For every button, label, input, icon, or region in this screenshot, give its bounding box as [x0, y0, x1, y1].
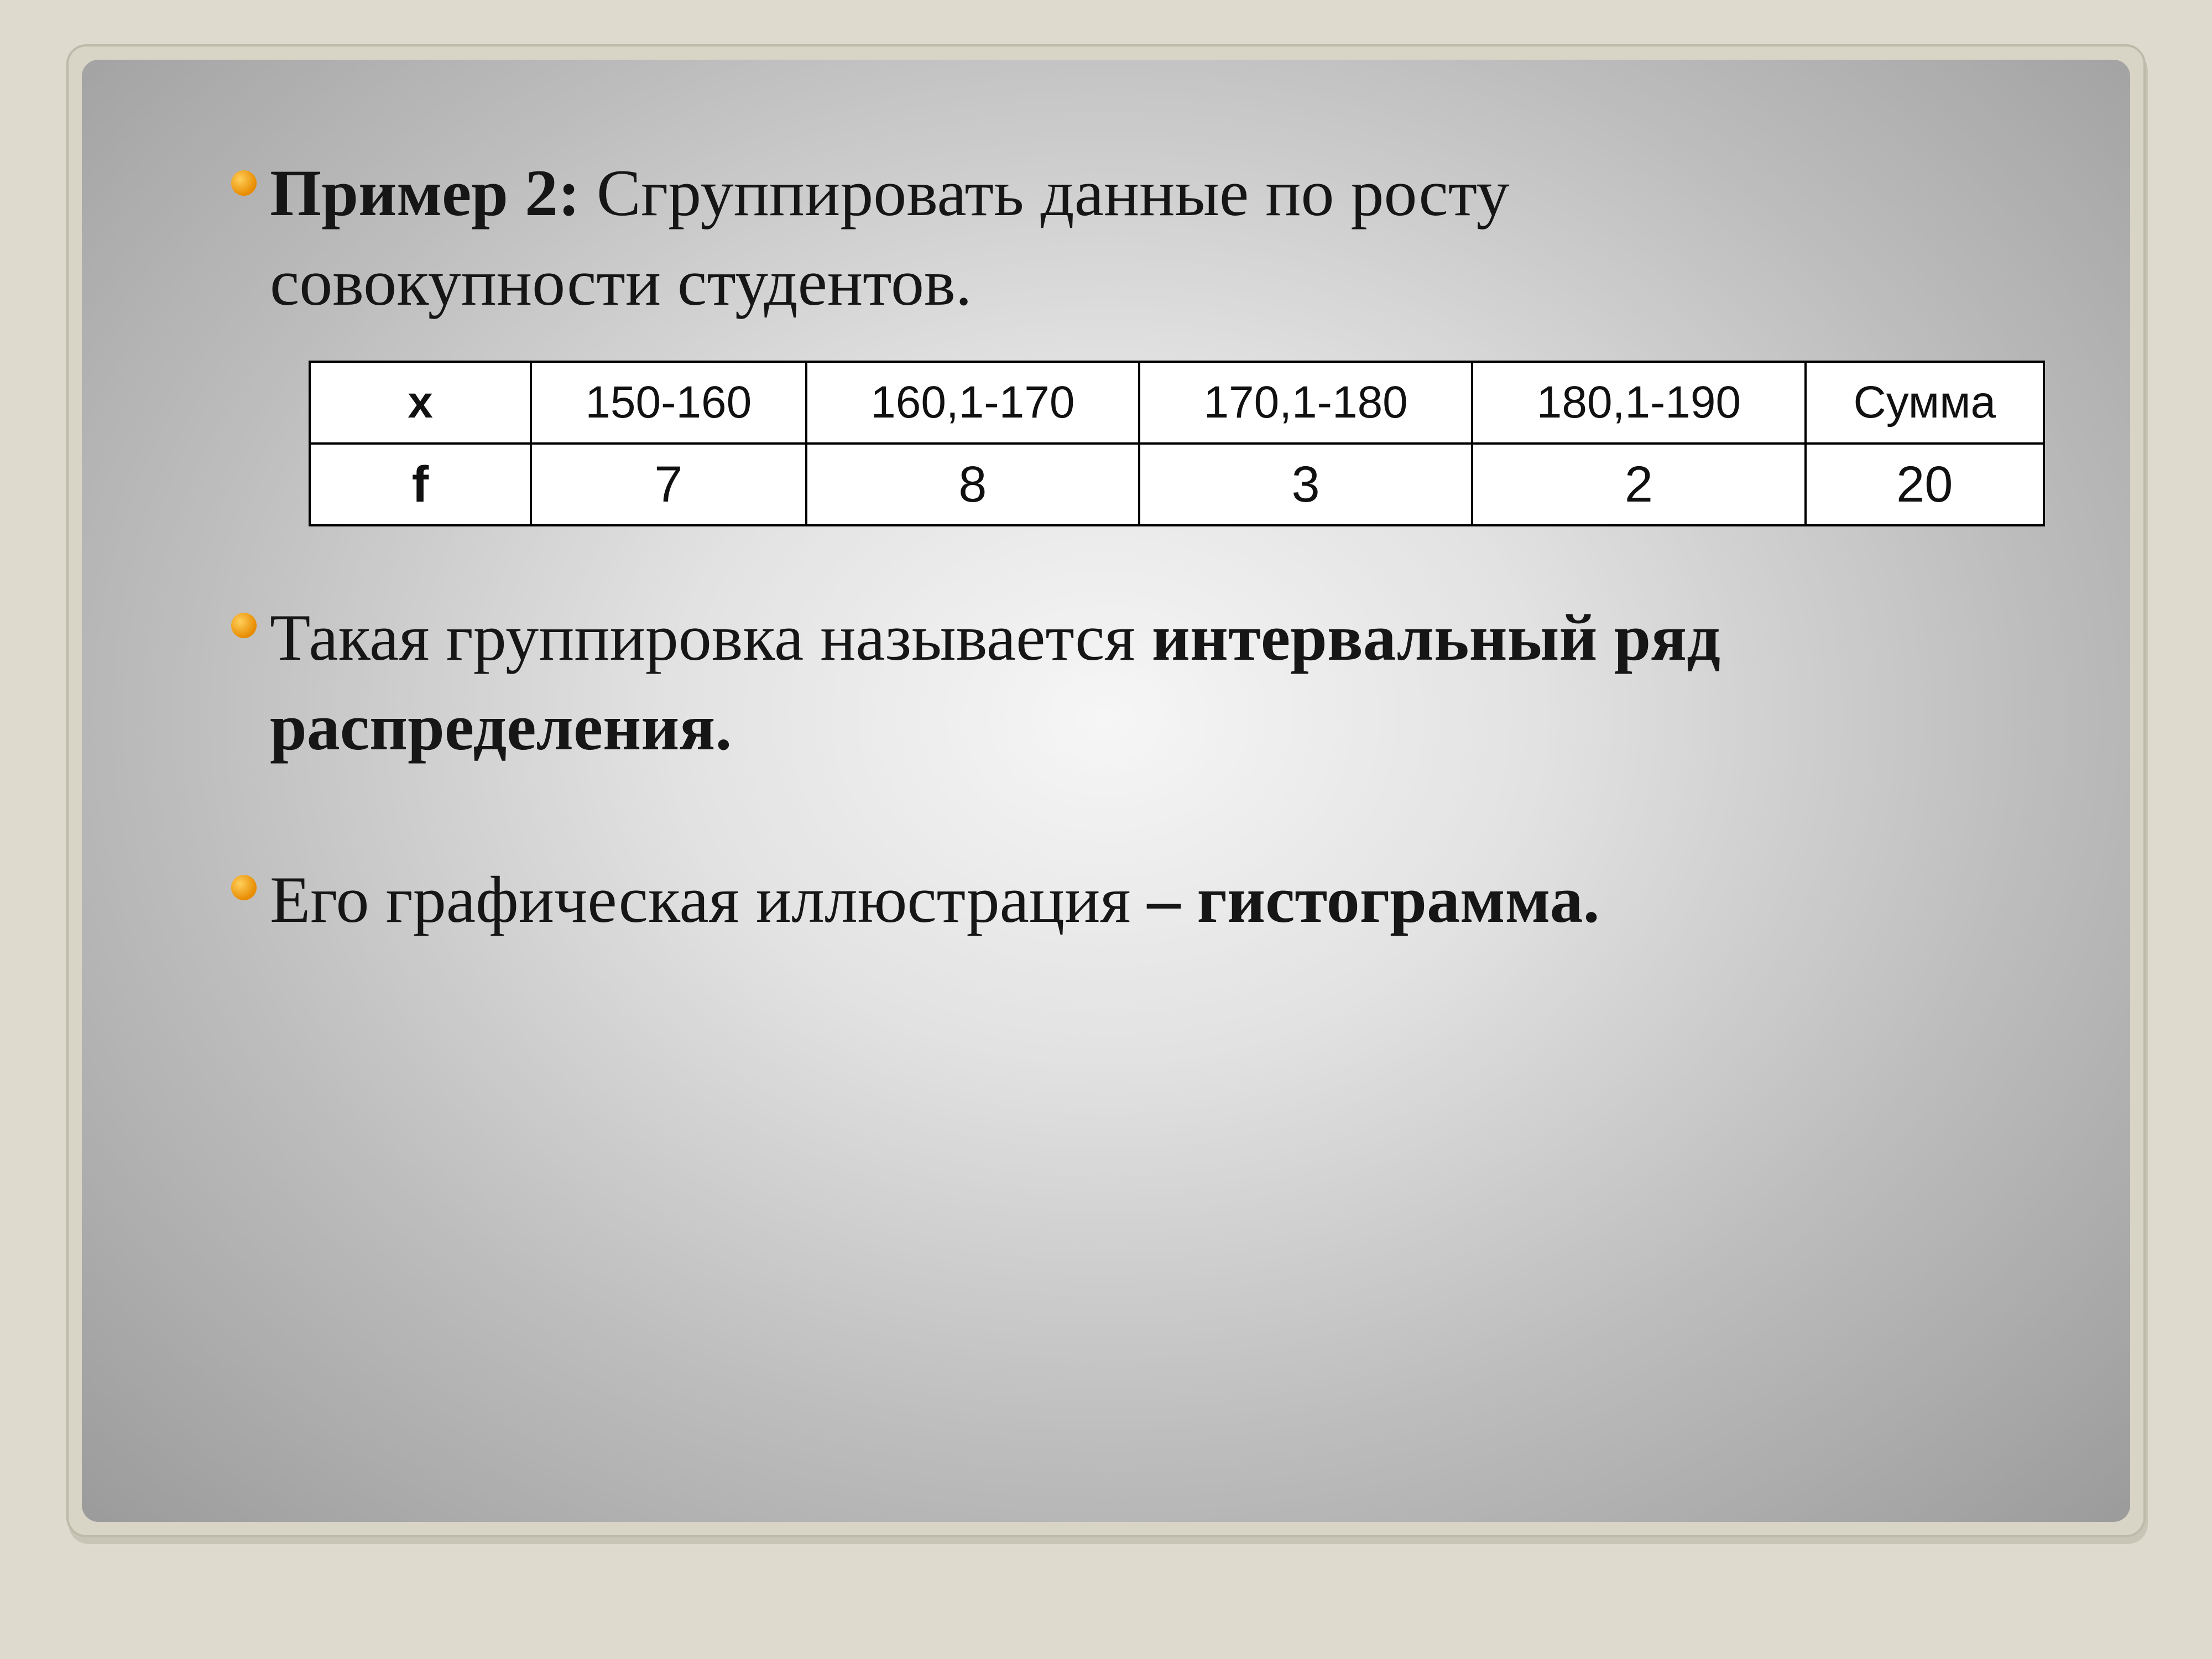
bullet-item-3: Его графическая иллюстрация – гистограмм… — [209, 855, 2031, 945]
bullet-2-plain: Такая группировка называется — [270, 601, 1152, 674]
bullet-icon — [231, 875, 257, 900]
data-table: x 150-160 160,1-170 170,1-180 180,1-190 … — [309, 361, 2045, 526]
bullet-3-plain: Его графическая иллюстрация — [270, 863, 1130, 936]
cell-x-4: Сумма — [1806, 362, 2044, 444]
slide-inner: Пример 2: Сгруппировать данные по росту … — [82, 60, 2130, 1522]
bullet-2-text: Такая группировка называется интервальны… — [270, 593, 2031, 772]
bullet-1-label: Пример 2: — [270, 156, 580, 229]
row-header-x: x — [310, 362, 531, 444]
bullet-3-text: Его графическая иллюстрация – гистограмм… — [270, 855, 2031, 945]
cell-f-0: 7 — [531, 444, 806, 525]
cell-x-1: 160,1-170 — [806, 362, 1139, 444]
bullet-icon — [231, 170, 257, 196]
bullet-1-rest-line1: Сгруппировать данные по росту — [580, 156, 1510, 229]
bullet-icon — [231, 613, 257, 638]
row-header-f: f — [310, 444, 531, 525]
bullet-1-rest-line2: совокупности студентов. — [270, 246, 972, 319]
cell-x-2: 170,1-180 — [1139, 362, 1472, 444]
bullet-1-text: Пример 2: Сгруппировать данные по росту … — [270, 148, 2031, 327]
cell-x-3: 180,1-190 — [1472, 362, 1805, 444]
cell-f-4: 20 — [1806, 444, 2044, 525]
table-row: x 150-160 160,1-170 170,1-180 180,1-190 … — [310, 362, 2044, 444]
cell-f-1: 8 — [806, 444, 1139, 525]
cell-x-0: 150-160 — [531, 362, 806, 444]
bullet-item-1: Пример 2: Сгруппировать данные по росту … — [209, 148, 2031, 327]
cell-f-2: 3 — [1139, 444, 1472, 525]
slide-card: Пример 2: Сгруппировать данные по росту … — [66, 44, 2146, 1537]
bullet-item-2: Такая группировка называется интервальны… — [209, 593, 2031, 772]
cell-f-3: 2 — [1472, 444, 1805, 525]
table-row: f 7 8 3 2 20 — [310, 444, 2044, 525]
bullet-3-bold: – гистограмма. — [1130, 863, 1599, 936]
